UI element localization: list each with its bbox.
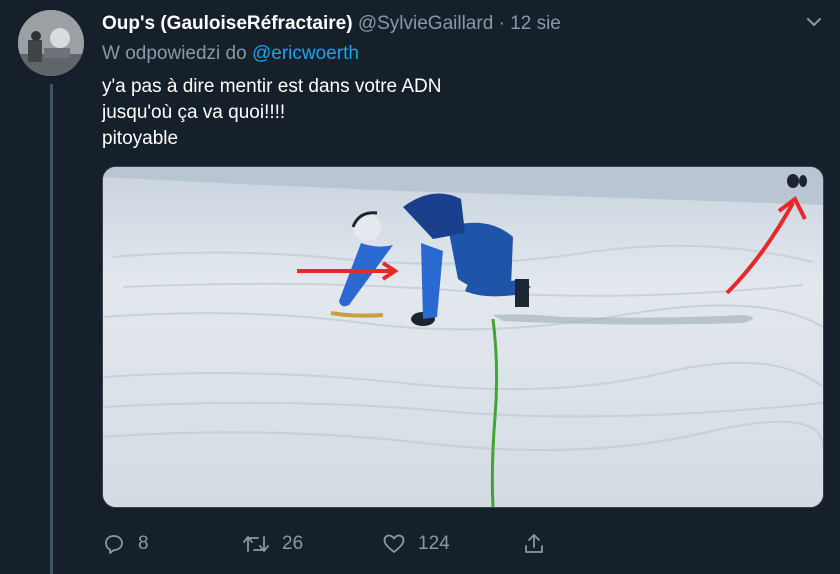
heart-icon [383, 534, 405, 553]
tweet-media-photo[interactable] [102, 166, 824, 508]
avatar-image [18, 10, 84, 76]
share-icon [525, 534, 543, 553]
reply-count: 8 [138, 533, 149, 554]
tweet-actions: 8 26 124 [102, 528, 822, 560]
like-count: 124 [418, 533, 450, 554]
tweet-text-line: pitoyable [102, 128, 179, 149]
tweet[interactable]: Oup's (GauloiseRéfractaire) @SylvieGaill… [0, 0, 840, 574]
chevron-down-icon[interactable] [804, 12, 824, 32]
tweet-text-line: y'a pas à dire mentir est dans votre ADN [102, 76, 442, 97]
reply-context: W odpowiedzi do @ericwoerth [102, 42, 359, 66]
reply-icon [105, 535, 123, 554]
reply-mention-link[interactable]: @ericwoerth [252, 43, 359, 64]
avatar[interactable] [18, 10, 84, 76]
share-button[interactable] [522, 528, 558, 560]
tweet-text: y'a pas à dire mentir est dans votre ADN… [102, 74, 441, 152]
reply-button[interactable]: 8 [102, 528, 149, 560]
display-name[interactable]: Oup's (GauloiseRéfractaire) [102, 13, 353, 34]
thread-line [50, 84, 53, 574]
timestamp[interactable]: 12 sie [510, 13, 561, 34]
retweet-count: 26 [282, 533, 304, 554]
separator-dot: · [498, 13, 505, 34]
photo-snow-climber [103, 167, 823, 507]
retweet-icon [243, 536, 269, 552]
user-handle[interactable]: @SylvieGaillard [358, 13, 493, 34]
tweet-text-line: jusqu'où ça va quoi!!!! [102, 102, 286, 123]
retweet-button[interactable]: 26 [242, 528, 303, 560]
like-button[interactable]: 124 [382, 528, 450, 560]
reply-prefix: W odpowiedzi do [102, 43, 247, 64]
tweet-header: Oup's (GauloiseRéfractaire) @SylvieGaill… [102, 12, 561, 36]
